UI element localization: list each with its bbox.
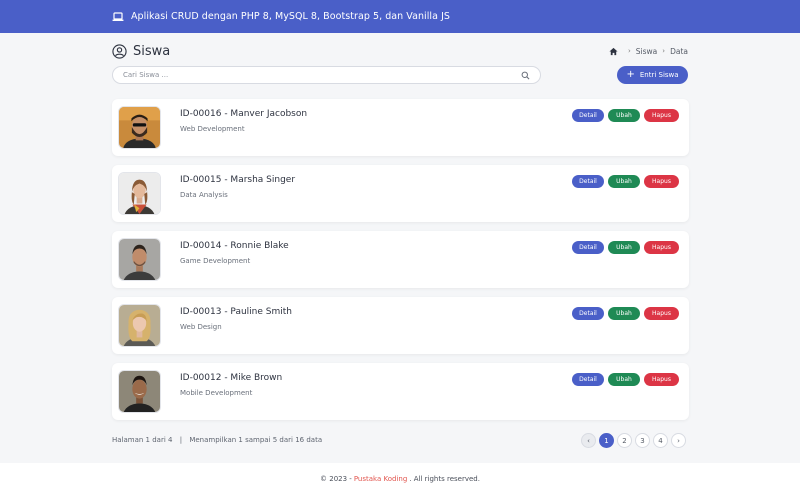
student-name: ID-00012 - Mike Brown <box>180 373 283 383</box>
search-icon[interactable] <box>521 71 530 80</box>
student-card: ID-00014 - Ronnie Blake Game Development… <box>112 231 689 288</box>
navbar: Aplikasi CRUD dengan PHP 8, MySQL 8, Boo… <box>0 0 800 33</box>
page-button-2[interactable]: 2 <box>617 433 632 448</box>
breadcrumb: › Siswa › Data <box>609 47 688 56</box>
plus-icon: + <box>626 69 635 80</box>
card-actions: Detail Ubah Hapus <box>572 175 679 188</box>
edit-button[interactable]: Ubah <box>608 175 640 188</box>
home-icon[interactable] <box>609 47 618 56</box>
page-button-3[interactable]: 3 <box>635 433 650 448</box>
laptop-icon <box>112 11 124 22</box>
showing-text: Menampilkan 1 sampai 5 dari 16 data <box>189 436 323 444</box>
student-card: ID-00015 - Marsha Singer Data Analysis D… <box>112 165 689 222</box>
footer-brand-link[interactable]: Pustaka Koding <box>354 475 407 483</box>
detail-button[interactable]: Detail <box>572 373 604 386</box>
breadcrumb-separator: › <box>662 47 666 55</box>
pagination-divider: | <box>179 436 183 444</box>
edit-button[interactable]: Ubah <box>608 307 640 320</box>
delete-button[interactable]: Hapus <box>644 175 679 188</box>
student-card: ID-00013 - Pauline Smith Web Design Deta… <box>112 297 689 354</box>
card-actions: Detail Ubah Hapus <box>572 307 679 320</box>
breadcrumb-item-data: Data <box>670 46 688 56</box>
student-class: Web Development <box>180 125 245 133</box>
page-button-4[interactable]: 4 <box>653 433 668 448</box>
page-title: Siswa <box>133 43 171 59</box>
add-student-button[interactable]: + Entri Siswa <box>617 66 688 84</box>
user-circle-icon <box>112 43 127 59</box>
avatar <box>118 304 161 347</box>
detail-button[interactable]: Detail <box>572 307 604 320</box>
student-class: Mobile Development <box>180 389 253 397</box>
page-text: Halaman 1 dari 4 <box>112 436 173 444</box>
delete-button[interactable]: Hapus <box>644 307 679 320</box>
footer: © 2023 - Pustaka Koding . All rights res… <box>0 463 800 495</box>
footer-suffix: . All rights reserved. <box>409 475 480 483</box>
student-class: Web Design <box>180 323 222 331</box>
card-actions: Detail Ubah Hapus <box>572 241 679 254</box>
student-name: ID-00013 - Pauline Smith <box>180 307 292 317</box>
delete-button[interactable]: Hapus <box>644 109 679 122</box>
footer-prefix: © 2023 - <box>320 475 352 483</box>
edit-button[interactable]: Ubah <box>608 373 640 386</box>
student-name: ID-00016 - Manver Jacobson <box>180 109 308 119</box>
edit-button[interactable]: Ubah <box>608 109 640 122</box>
pagination-info: Halaman 1 dari 4 | Menampilkan 1 sampai … <box>112 436 322 444</box>
card-actions: Detail Ubah Hapus <box>572 373 679 386</box>
delete-button[interactable]: Hapus <box>644 241 679 254</box>
student-class: Data Analysis <box>180 191 228 199</box>
pagination: ‹ 1 2 3 4 › <box>581 433 686 448</box>
avatar <box>118 370 161 413</box>
student-card: ID-00016 - Manver Jacobson Web Developme… <box>112 99 689 156</box>
card-actions: Detail Ubah Hapus <box>572 109 679 122</box>
title-wrap: Siswa <box>112 44 170 59</box>
search-box <box>112 66 541 84</box>
add-student-label: Entri Siswa <box>639 71 679 79</box>
avatar <box>118 172 161 215</box>
student-name: ID-00015 - Marsha Singer <box>180 175 296 185</box>
page-header: Siswa › Siswa › Data <box>112 40 688 62</box>
student-card: ID-00012 - Mike Brown Mobile Development… <box>112 363 689 420</box>
delete-button[interactable]: Hapus <box>644 373 679 386</box>
next-page-button[interactable]: › <box>671 433 686 448</box>
avatar <box>118 238 161 281</box>
detail-button[interactable]: Detail <box>572 175 604 188</box>
detail-button[interactable]: Detail <box>572 241 604 254</box>
edit-button[interactable]: Ubah <box>608 241 640 254</box>
student-name: ID-00014 - Ronnie Blake <box>180 241 289 251</box>
page-button-1[interactable]: 1 <box>599 433 614 448</box>
detail-button[interactable]: Detail <box>572 109 604 122</box>
breadcrumb-separator: › <box>627 47 631 55</box>
student-class: Game Development <box>180 257 251 265</box>
breadcrumb-item-siswa[interactable]: Siswa <box>636 47 657 56</box>
prev-page-button[interactable]: ‹ <box>581 433 596 448</box>
avatar <box>118 106 161 149</box>
app-title[interactable]: Aplikasi CRUD dengan PHP 8, MySQL 8, Boo… <box>131 11 450 22</box>
search-input[interactable] <box>123 71 521 79</box>
